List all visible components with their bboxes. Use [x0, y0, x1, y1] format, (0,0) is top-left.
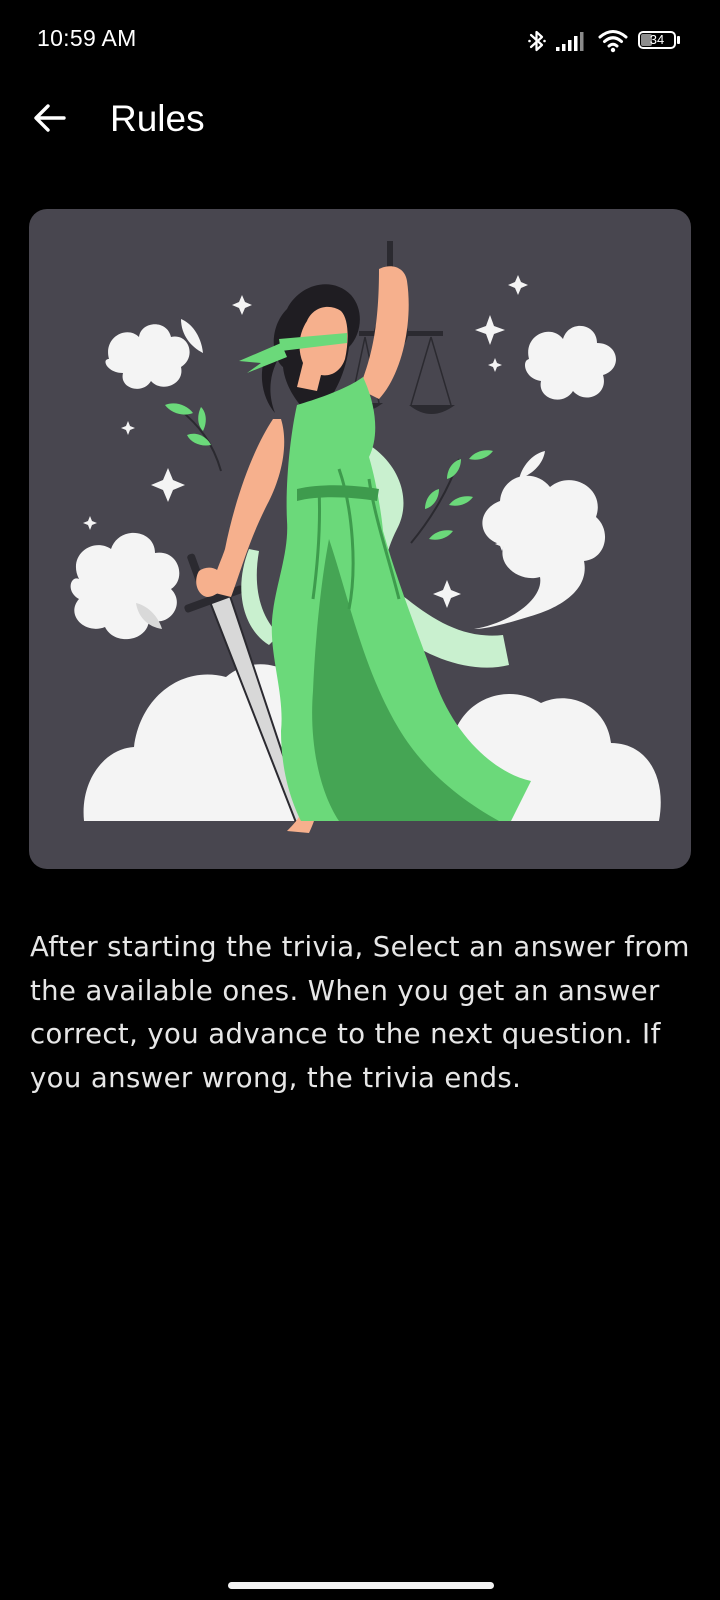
status-bar: 10:59 AM 34	[0, 0, 720, 84]
navigation-handle[interactable]	[228, 1582, 494, 1589]
status-time: 10:59 AM	[37, 25, 137, 51]
back-button[interactable]	[22, 92, 78, 148]
illustration-card	[29, 209, 691, 869]
rules-description: After starting the trivia, Select an ans…	[30, 931, 690, 1094]
bluetooth-icon	[528, 28, 546, 54]
wifi-icon	[598, 29, 628, 53]
status-icons: 34	[528, 26, 682, 56]
battery-icon: 34	[638, 31, 682, 51]
battery-level: 34	[649, 32, 665, 47]
signal-icon	[556, 30, 588, 52]
page-title: Rules	[110, 98, 205, 139]
lady-justice-illustration	[70, 241, 661, 833]
toolbar: Rules	[0, 84, 720, 162]
arrow-left-icon	[33, 103, 67, 138]
